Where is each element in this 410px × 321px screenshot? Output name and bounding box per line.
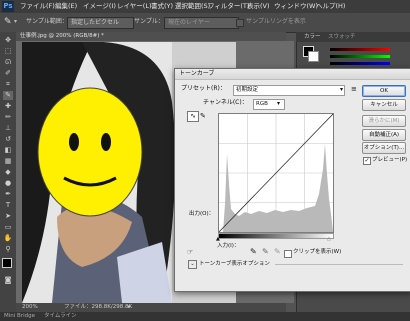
quick-mask-icon[interactable]: ◙: [3, 276, 13, 285]
preset-dropdown-icon[interactable]: ▾: [340, 85, 343, 94]
move-tool-icon[interactable]: ✥: [3, 36, 13, 45]
clipping-label: クリップを表示(W): [293, 249, 342, 255]
blue-slider[interactable]: [330, 62, 390, 65]
gray-point-eyedropper-icon[interactable]: ✎: [262, 247, 269, 257]
preset-label: プリセット(R)：: [181, 85, 226, 92]
pen-tool-icon[interactable]: ✒: [3, 190, 13, 199]
menu-window[interactable]: ウィンドウ(W): [274, 0, 318, 13]
divider: [275, 264, 403, 265]
channel-dropdown-icon[interactable]: ▾: [277, 99, 280, 108]
curve-draw-pencil-icon[interactable]: ✎: [200, 111, 206, 121]
preview-checkbox[interactable]: ✓: [363, 157, 371, 165]
menu-bar: Ps ファイル(F) 編集(E) イメージ(I) レイヤー(L) 書式(Y) 選…: [0, 0, 410, 13]
tool-preset-dropdown-icon[interactable]: ▾: [14, 16, 17, 28]
brush-tool-icon[interactable]: ✏: [3, 113, 13, 122]
green-slider[interactable]: [330, 55, 390, 58]
tools-panel: ✥ ⬚ ᘏ ✐ ⌗ ✎ ✚ ✏ ⊥ ↺ ◧ ▦ ◆ ● ✒ T ➤ ▭ ✋ ⚲ …: [0, 32, 17, 312]
channel-label: チャンネル(C)：: [203, 99, 248, 106]
file-size-info: ファイル：298.8K/298.8K: [64, 304, 133, 310]
target-adjust-hand-icon[interactable]: ☞: [187, 247, 193, 257]
panel-tabs: カラー スウォッチ: [296, 32, 410, 42]
sample-select[interactable]: 現在のレイヤー: [164, 17, 239, 29]
path-select-icon[interactable]: ➤: [3, 212, 13, 221]
cancel-button[interactable]: キャンセル: [362, 99, 406, 111]
ok-button[interactable]: OK: [362, 85, 406, 97]
options-button[interactable]: オプション(T)...: [362, 142, 406, 154]
foreground-color-swatch[interactable]: [2, 258, 12, 268]
curve-graph-svg: [218, 113, 334, 233]
black-point-eyedropper-icon[interactable]: ✎: [250, 247, 257, 257]
eraser-tool-icon[interactable]: ◧: [3, 146, 13, 155]
show-ring-checkbox[interactable]: [236, 19, 244, 27]
show-ring-label: サンプルリングを表示: [246, 18, 306, 25]
expand-options-icon[interactable]: ⌄: [188, 260, 197, 269]
panel-bg-swatch[interactable]: [308, 51, 319, 62]
sample-size-select[interactable]: 指定したピクセル: [67, 17, 134, 29]
status-menu-arrow-icon[interactable]: ▸: [128, 303, 131, 312]
sample-size-label: サンプル範囲：: [26, 18, 68, 25]
options-bar: ✎ ▾ サンプル範囲： 指定したピクセル サンプル： 現在のレイヤー サンプルリ…: [0, 13, 410, 33]
crop-tool-icon[interactable]: ⌗: [3, 80, 13, 89]
menu-image[interactable]: イメージ(I): [83, 0, 116, 13]
timeline-tab[interactable]: タイムライン: [44, 312, 77, 321]
smooth-button[interactable]: 滑らかに(M): [362, 115, 406, 127]
dodge-tool-icon[interactable]: ●: [3, 179, 13, 188]
shape-tool-icon[interactable]: ▭: [3, 223, 13, 232]
zoom-tool-icon[interactable]: ⚲: [3, 245, 13, 254]
history-brush-icon[interactable]: ↺: [3, 135, 13, 144]
channel-select[interactable]: RGB: [253, 99, 285, 110]
menu-select[interactable]: 選択範囲(S): [175, 0, 210, 13]
eyedropper-tool-icon[interactable]: ✎: [4, 16, 12, 28]
menu-filter[interactable]: フィルター(T): [208, 0, 249, 13]
menu-type[interactable]: 書式(Y): [151, 0, 173, 13]
lasso-tool-icon[interactable]: ᘏ: [3, 58, 13, 67]
input-label: 入力(I)：: [217, 243, 240, 249]
photoshop-logo: Ps: [2, 1, 14, 12]
red-slider[interactable]: [330, 48, 390, 51]
document-status-bar: 200% ファイル：298.8K/298.8K ▸: [16, 303, 286, 312]
tab-swatches[interactable]: スウォッチ: [328, 32, 356, 42]
blur-tool-icon[interactable]: ◆: [3, 168, 13, 177]
menu-edit[interactable]: 編集(E): [55, 0, 77, 13]
white-input-slider-icon[interactable]: △: [327, 234, 331, 244]
auto-button[interactable]: 自動補正(A): [362, 129, 406, 141]
type-tool-icon[interactable]: T: [3, 201, 13, 210]
zoom-level[interactable]: 200%: [22, 303, 38, 312]
stamp-tool-icon[interactable]: ⊥: [3, 124, 13, 133]
mini-bridge-tab[interactable]: Mini Bridge: [4, 312, 35, 321]
quick-select-tool-icon[interactable]: ✐: [3, 69, 13, 78]
sample-label: サンプル：: [134, 18, 164, 25]
menu-layer[interactable]: レイヤー(L): [117, 0, 152, 13]
bottom-panel-tabs: Mini Bridge タイムライン: [0, 312, 410, 321]
document-tab-title: 仕事例.jpg @ 200% (RGB/8#) *: [20, 33, 104, 39]
clipping-checkbox[interactable]: [284, 250, 292, 258]
preview-label: プレビュー(P): [372, 157, 408, 163]
display-options-label: トーンカーブ表示オプション: [199, 261, 270, 267]
dialog-titlebar[interactable]: トーンカーブ: [175, 69, 410, 80]
tab-color[interactable]: カラー: [304, 32, 321, 42]
marquee-tool-icon[interactable]: ⬚: [3, 47, 13, 56]
gradient-tool-icon[interactable]: ▦: [3, 157, 13, 166]
preset-options-icon[interactable]: ≡: [351, 84, 357, 94]
white-point-eyedropper-icon[interactable]: ✎: [274, 247, 281, 257]
menu-file[interactable]: ファイル(F): [20, 0, 55, 13]
document-tab[interactable]: 仕事例.jpg @ 200% (RGB/8#) *: [16, 32, 286, 41]
menu-view[interactable]: 表示(V): [247, 0, 270, 13]
dialog-title: トーンカーブ: [179, 70, 215, 77]
output-label: 出力(O)：: [189, 211, 215, 217]
healing-brush-icon[interactable]: ✚: [3, 102, 13, 111]
curve-graph[interactable]: [218, 113, 334, 233]
menu-help[interactable]: ヘルプ(H): [316, 0, 345, 13]
hand-tool-icon[interactable]: ✋: [3, 234, 13, 243]
eyedropper-tool-icon[interactable]: ✎: [3, 91, 13, 100]
curve-edit-points-icon[interactable]: ∿: [187, 111, 199, 122]
curves-dialog: トーンカーブ プリセット(R)： 初期設定 ▾ ≡ チャンネル(C)： RGB …: [174, 68, 410, 292]
input-gradient-bar: [218, 233, 334, 239]
preset-select[interactable]: 初期設定: [233, 85, 345, 96]
